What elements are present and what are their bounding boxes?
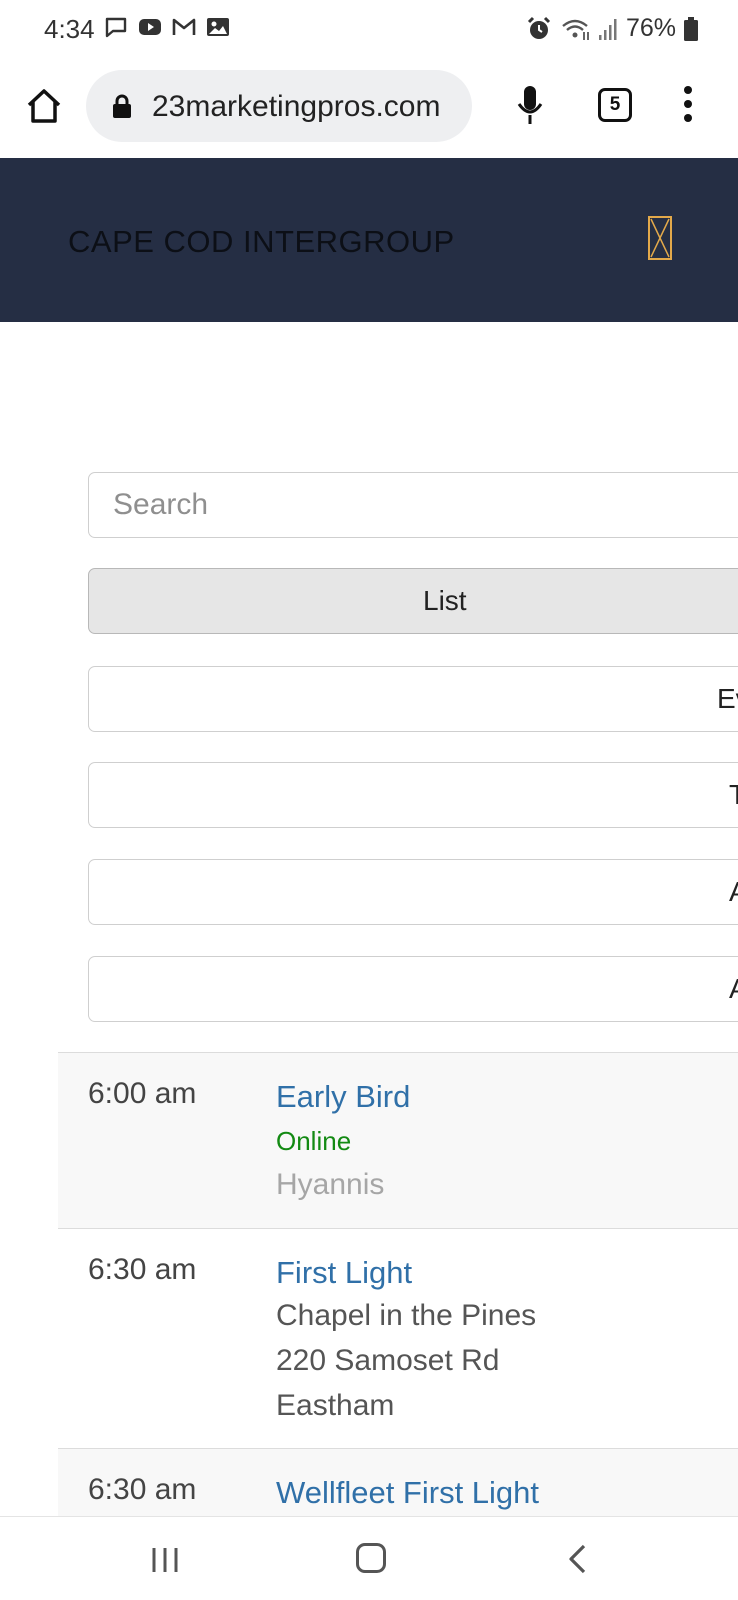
site-title[interactable]: CAPE COD INTERGROUP: [68, 224, 455, 260]
overflow-menu-icon[interactable]: [680, 86, 696, 130]
list-button-label: List: [423, 585, 467, 616]
search-field[interactable]: [88, 472, 738, 538]
message-icon: [105, 17, 127, 38]
day-filter-label: Ev: [717, 683, 738, 714]
back-icon[interactable]: [566, 1543, 590, 1575]
url-text: 23marketingpros.com: [152, 90, 441, 123]
youtube-icon: [139, 19, 161, 35]
meeting-time: 6:30 am: [88, 1253, 197, 1286]
region-filter-dropdown[interactable]: A: [88, 859, 738, 925]
system-navigation-bar: [0, 1516, 738, 1600]
status-bar: 4:34 76%: [0, 0, 738, 58]
type-filter-dropdown[interactable]: A: [88, 956, 738, 1022]
microphone-icon[interactable]: [516, 84, 544, 128]
meeting-name-link[interactable]: Wellfleet First Light: [276, 1473, 539, 1513]
list-view-button[interactable]: List: [88, 568, 738, 634]
tab-switcher-button[interactable]: 5: [598, 88, 632, 122]
meeting-time: 6:30 am: [88, 1473, 197, 1506]
region-filter-label: A: [729, 876, 738, 908]
gallery-icon: [207, 18, 229, 36]
status-time: 4:34: [44, 14, 95, 44]
gmail-icon: [172, 18, 196, 35]
menu-toggle-icon[interactable]: [648, 216, 672, 260]
meeting-online-badge: Online: [276, 1126, 352, 1156]
home-nav-icon[interactable]: [356, 1543, 386, 1573]
meeting-time: 6:00 am: [88, 1077, 197, 1110]
address-bar[interactable]: 23marketingpros.com: [86, 70, 472, 142]
browser-toolbar: 23marketingpros.com 5: [0, 58, 738, 158]
meeting-info: First Light Chapel in the Pines 220 Samo…: [276, 1253, 536, 1428]
site-header: CAPE COD INTERGROUP: [0, 158, 738, 322]
meeting-info: Wellfleet First Light: [276, 1473, 539, 1513]
meeting-region: Hyannis: [276, 1168, 385, 1201]
meeting-name-link[interactable]: Early Bird: [276, 1077, 410, 1117]
wifi-icon: [562, 19, 589, 40]
meeting-location: Chapel in the Pines: [276, 1299, 537, 1332]
meeting-info: Early Bird Online Hyannis: [276, 1077, 410, 1205]
system-icons: 76%: [526, 14, 698, 43]
lock-icon: [113, 94, 131, 118]
time-filter-dropdown[interactable]: T: [88, 762, 738, 828]
home-icon[interactable]: [24, 86, 64, 126]
search-input[interactable]: [89, 473, 738, 537]
recents-icon[interactable]: [150, 1545, 180, 1575]
signal-icon: [598, 18, 617, 40]
day-filter-dropdown[interactable]: Ev: [88, 666, 738, 732]
time-filter-label: T: [729, 779, 738, 811]
meeting-row[interactable]: 6:30 am Wellfleet First Light: [58, 1448, 738, 1516]
type-filter-label: A: [729, 973, 738, 1005]
meeting-name-link[interactable]: First Light: [276, 1253, 536, 1293]
meeting-region: Eastham: [276, 1389, 395, 1422]
notification-icons: [104, 16, 230, 38]
alarm-icon: [527, 16, 551, 39]
battery-icon: [684, 16, 698, 41]
meeting-address: 220 Samoset Rd: [276, 1344, 500, 1377]
battery-percent: 76%: [625, 14, 676, 42]
meeting-row[interactable]: 6:00 am Early Bird Online Hyannis: [58, 1052, 738, 1228]
meeting-row[interactable]: 6:30 am First Light Chapel in the Pines …: [58, 1228, 738, 1448]
